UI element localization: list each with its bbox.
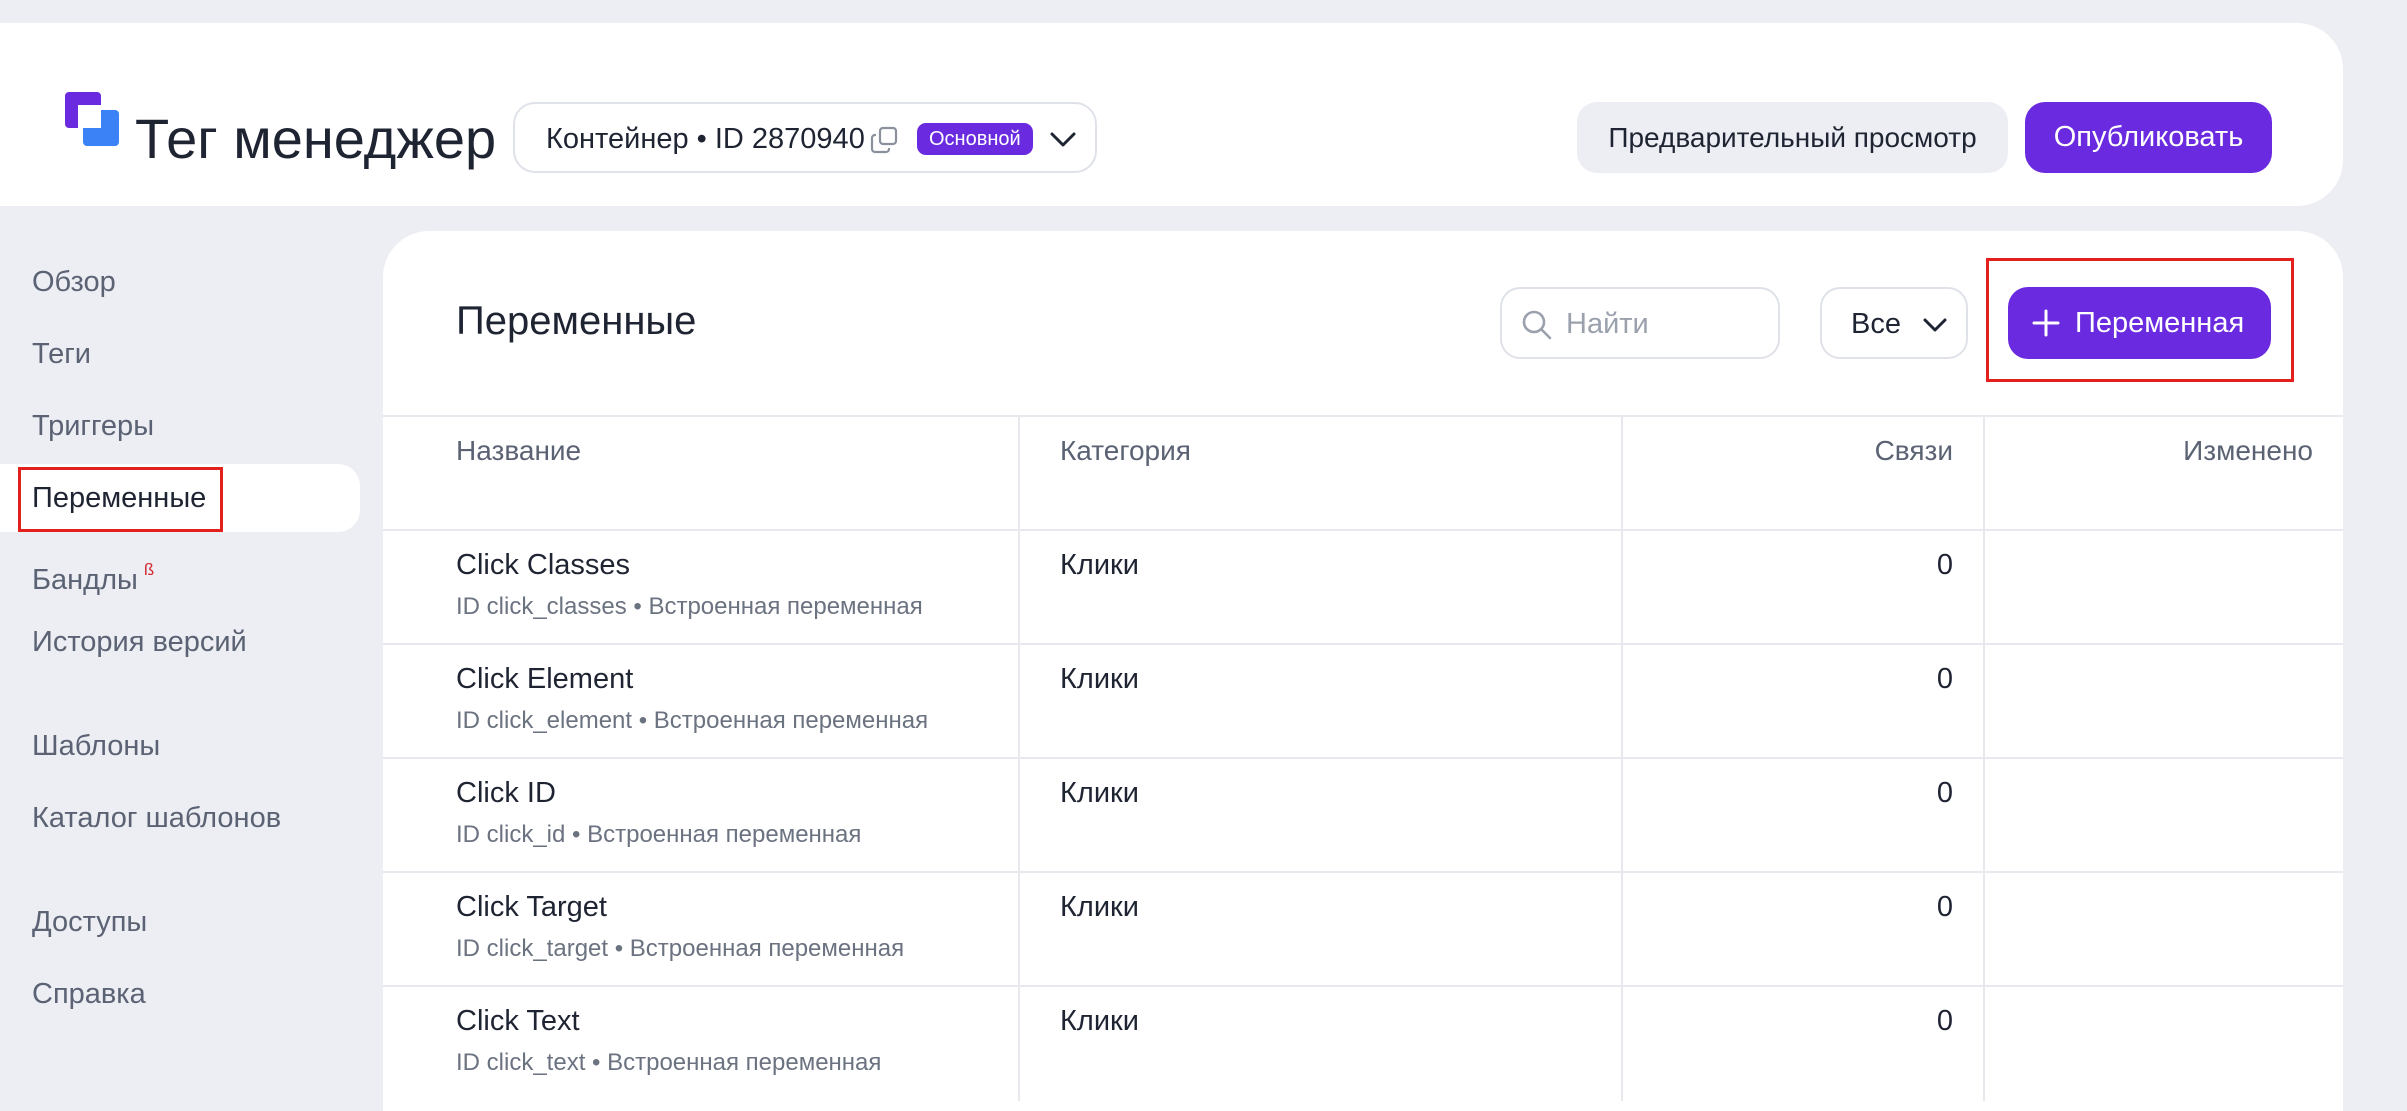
variable-subtitle: ID click_classes • Встроенная переменная [456,593,923,620]
add-variable-label: Переменная [2075,307,2245,339]
sidebar-item-template-catalog[interactable]: Каталог шаблонов [0,784,360,852]
sidebar-item-label: Переменные [32,482,207,514]
search-icon [1522,310,1552,340]
links-cell: 0 [1621,645,1983,759]
sidebar-item-version-history[interactable]: История версий [0,608,360,676]
sidebar-item-label: Теги [32,338,91,370]
search-box[interactable] [1500,287,1780,359]
name-cell: Click Element ID click_element • Встроен… [456,645,976,759]
variables-table: Название Категория Связи Изменено Click … [383,415,2343,1101]
search-input[interactable] [1566,305,1766,343]
preview-button[interactable]: Предварительный просмотр [1577,102,2008,173]
plus-icon [2032,309,2060,337]
variable-subtitle: ID click_id • Встроенная переменная [456,821,862,848]
table-row[interactable]: Click Element ID click_element • Встроен… [383,643,2343,759]
variable-category: Клики [1060,1005,1139,1037]
filter-value: Все [1851,308,1901,340]
variable-name[interactable]: Click ID [456,777,556,810]
sidebar-item-access[interactable]: Доступы [0,888,360,956]
app-title: Тег менеджер [135,107,497,170]
header-cell-links: Связи [1621,417,1983,531]
container-label: Контейнер • ID 2870940 [546,123,865,155]
name-cell: Click Text ID click_text • Встроенная пе… [456,987,976,1101]
sidebar-item-label: Обзор [32,266,116,298]
table-row[interactable]: Click Text ID click_text • Встроенная пе… [383,985,2343,1101]
modified-cell [1983,987,2343,1101]
links-cell: 0 [1621,759,1983,873]
tag-manager-logo-icon [65,92,119,146]
sidebar-item-label: Каталог шаблонов [32,802,282,834]
table-header-row: Название Категория Связи Изменено [383,415,2343,531]
modified-cell [1983,873,2343,987]
column-header-modified[interactable]: Изменено [2183,435,2313,467]
container-selector[interactable]: Контейнер • ID 2870940 Основной [513,102,1097,173]
name-cell: Click Classes ID click_classes • Встроен… [456,531,976,645]
variable-links-count: 0 [1936,549,1953,581]
sidebar-item-templates[interactable]: Шаблоны [0,712,360,780]
sidebar-item-label: История версий [32,626,247,658]
copy-icon[interactable] [870,125,900,155]
category-cell: Клики [1018,531,1578,645]
variable-subtitle: ID click_text • Встроенная переменная [456,1049,882,1076]
sidebar-item-label: Справка [32,978,146,1010]
variable-links-count: 0 [1936,777,1953,809]
sidebar-item-overview[interactable]: Обзор [0,248,360,316]
column-header-links[interactable]: Связи [1875,435,1953,467]
publish-button[interactable]: Опубликовать [2025,102,2272,173]
container-badge: Основной [917,123,1033,155]
name-cell: Click Target ID click_target • Встроенна… [456,873,976,987]
column-header-category[interactable]: Категория [1060,435,1191,467]
sidebar-item-tags[interactable]: Теги [0,320,360,388]
chevron-down-icon[interactable] [1049,128,1077,150]
chevron-down-icon [1923,318,1947,332]
links-cell: 0 [1621,531,1983,645]
sidebar-item-label: Триггеры [32,410,155,442]
modified-cell [1983,645,2343,759]
sidebar-item-label: Бандлы [32,564,138,596]
header-cell-category: Категория [1018,417,1578,531]
beta-badge: ß [143,560,155,579]
variable-subtitle: ID click_element • Встроенная переменная [456,707,929,734]
variable-name[interactable]: Click Target [456,891,607,924]
category-cell: Клики [1018,759,1578,873]
column-header-name[interactable]: Название [456,435,581,467]
top-header: Тег менеджер Контейнер • ID 2870940 Осно… [0,23,2343,206]
variable-name[interactable]: Click Classes [456,549,630,582]
sidebar-item-bundles[interactable]: Бандлы ß [0,536,360,604]
variable-name[interactable]: Click Text [456,1005,580,1038]
modified-cell [1983,531,2343,645]
table-row[interactable]: Click Classes ID click_classes • Встроен… [383,529,2343,645]
sidebar-item-help[interactable]: Справка [0,960,360,1028]
page-title: Переменные [456,299,697,343]
variable-category: Клики [1060,891,1139,923]
variable-category: Клики [1060,549,1139,581]
header-cell-name: Название [456,417,976,531]
filter-dropdown[interactable]: Все [1820,287,1968,359]
variable-links-count: 0 [1936,1005,1953,1037]
sidebar-item-label: Шаблоны [32,730,161,762]
name-cell: Click ID ID click_id • Встроенная переме… [456,759,976,873]
variable-name[interactable]: Click Element [456,663,633,696]
sidebar-item-label: Доступы [32,906,148,938]
table-row[interactable]: Click Target ID click_target • Встроенна… [383,871,2343,987]
table-row[interactable]: Click ID ID click_id • Встроенная переме… [383,757,2343,873]
variable-category: Клики [1060,777,1139,809]
category-cell: Клики [1018,645,1578,759]
links-cell: 0 [1621,987,1983,1101]
add-variable-button[interactable]: Переменная [2008,287,2271,359]
variable-links-count: 0 [1936,663,1953,695]
main-panel: Переменные Все Переменная Название Катег… [383,231,2343,1111]
sidebar-item-variables[interactable]: Переменные [0,464,360,532]
sidebar-item-triggers[interactable]: Триггеры [0,392,360,460]
modified-cell [1983,759,2343,873]
links-cell: 0 [1621,873,1983,987]
category-cell: Клики [1018,873,1578,987]
variable-category: Клики [1060,663,1139,695]
category-cell: Клики [1018,987,1578,1101]
variable-subtitle: ID click_target • Встроенная переменная [456,935,905,962]
header-cell-modified: Изменено [1983,417,2343,531]
variable-links-count: 0 [1936,891,1953,923]
